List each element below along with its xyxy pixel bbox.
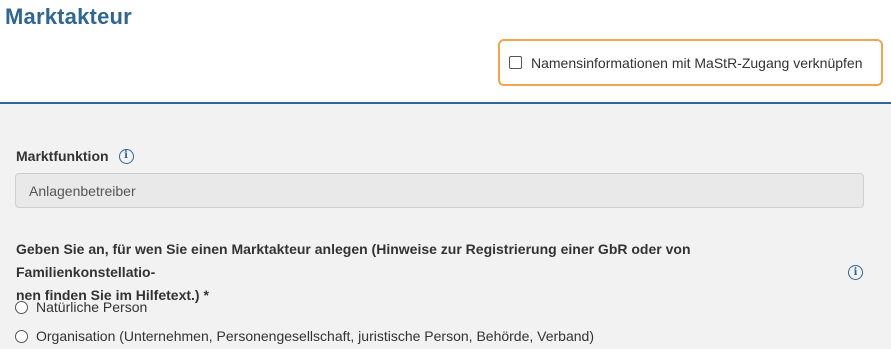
marktfunktion-label: Marktfunktion <box>16 148 109 164</box>
marktfunktion-info-icon[interactable]: i <box>118 148 134 164</box>
form-panel: Marktfunktion i Anlagenbetreiber Geben S… <box>0 104 891 349</box>
radio-natuerliche-person[interactable]: Natürliche Person <box>15 299 147 315</box>
akteur-type-question-line1: Geben Sie an, für wen Sie einen Marktakt… <box>16 241 691 280</box>
radio-organisation[interactable]: Organisation (Unternehmen, Personengesel… <box>15 328 594 344</box>
page-title: Marktakteur <box>5 4 132 29</box>
akteur-type-question: Geben Sie an, für wen Sie einen Marktakt… <box>16 238 831 307</box>
akteur-type-info-icon[interactable]: i <box>848 265 863 280</box>
marktfunktion-field-label: Marktfunktion i <box>16 148 134 164</box>
radio-natuerliche-person-label[interactable]: Natürliche Person <box>36 299 147 315</box>
link-mastr-access-label[interactable]: Namensinformationen mit MaStR-Zugang ver… <box>531 55 863 71</box>
radio-organisation-button[interactable] <box>15 329 28 343</box>
radio-natuerliche-person-button[interactable] <box>15 300 28 314</box>
link-mastr-access-checkbox[interactable] <box>509 56 522 69</box>
link-mastr-access-option: Namensinformationen mit MaStR-Zugang ver… <box>498 39 883 86</box>
marktfunktion-field: Anlagenbetreiber <box>15 173 864 208</box>
marktfunktion-value: Anlagenbetreiber <box>29 182 136 199</box>
radio-organisation-label[interactable]: Organisation (Unternehmen, Personengesel… <box>36 328 594 344</box>
